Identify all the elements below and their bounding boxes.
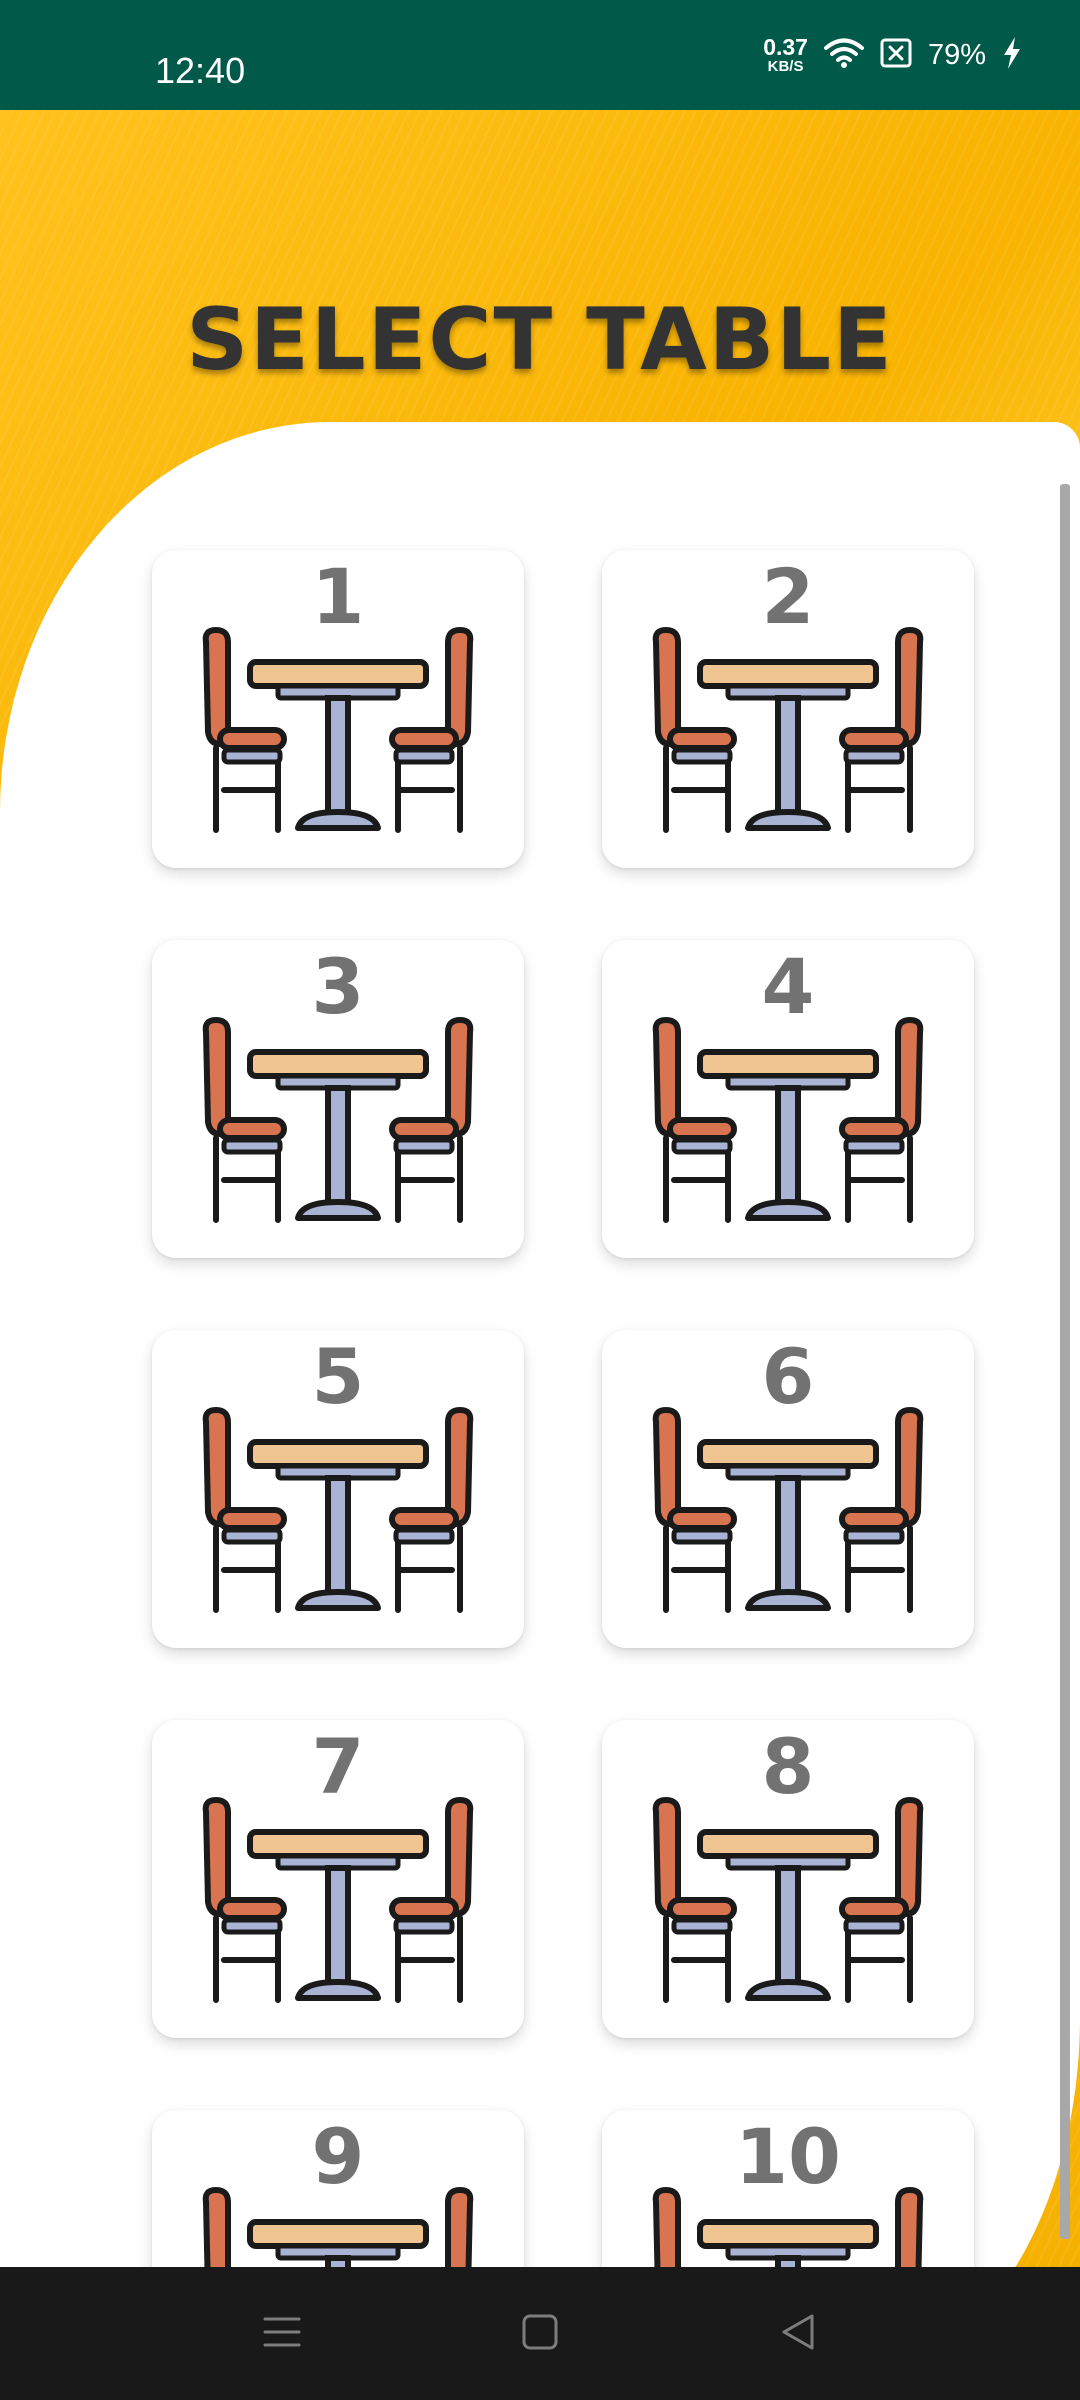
- battery-percent: 79%: [927, 38, 986, 71]
- network-speed: 0.37 KB/S: [763, 34, 808, 75]
- scrollbar[interactable]: [1060, 484, 1070, 2239]
- home-button[interactable]: [480, 2267, 600, 2400]
- header-background: SELECT TABLE 1 2 3 4 5 6 7 8 9 10: [0, 110, 1080, 2377]
- table-chairs-icon: [202, 622, 474, 838]
- charging-icon: [1002, 36, 1022, 75]
- table-chairs-icon: [652, 1012, 924, 1228]
- table-card-6[interactable]: 6: [602, 1330, 974, 1648]
- table-card-2[interactable]: 2: [602, 550, 974, 868]
- table-chairs-icon: [202, 1012, 474, 1228]
- wifi-icon: [823, 37, 864, 74]
- network-speed-value: 0.37: [763, 34, 808, 60]
- back-button[interactable]: [738, 2267, 858, 2400]
- status-time: 12:40: [155, 50, 246, 91]
- home-icon: [521, 2313, 559, 2355]
- table-chairs-icon: [652, 1402, 924, 1618]
- back-icon: [778, 2312, 818, 2356]
- table-list-panel[interactable]: 1 2 3 4 5 6 7 8 9 10: [0, 422, 1080, 2377]
- status-bar: 12:40 0.37 KB/S 79%: [0, 0, 1080, 110]
- table-card-4[interactable]: 4: [602, 940, 974, 1258]
- menu-icon: [262, 2315, 302, 2353]
- status-icons: 0.37 KB/S 79%: [763, 0, 1022, 110]
- menu-button[interactable]: [222, 2267, 342, 2400]
- navigation-bar: [0, 2267, 1080, 2400]
- table-chairs-icon: [202, 1402, 474, 1618]
- page-title: SELECT TABLE: [186, 290, 894, 390]
- table-card-5[interactable]: 5: [152, 1330, 524, 1648]
- table-grid: 1 2 3 4 5 6 7 8 9 10: [0, 422, 1040, 2377]
- table-card-7[interactable]: 7: [152, 1720, 524, 2038]
- table-card-3[interactable]: 3: [152, 940, 524, 1258]
- sim-off-icon: [880, 38, 912, 73]
- network-speed-unit: KB/S: [767, 58, 804, 75]
- table-chairs-icon: [652, 622, 924, 838]
- table-card-8[interactable]: 8: [602, 1720, 974, 2038]
- table-chairs-icon: [652, 1792, 924, 2008]
- table-chairs-icon: [202, 1792, 474, 2008]
- table-card-1[interactable]: 1: [152, 550, 524, 868]
